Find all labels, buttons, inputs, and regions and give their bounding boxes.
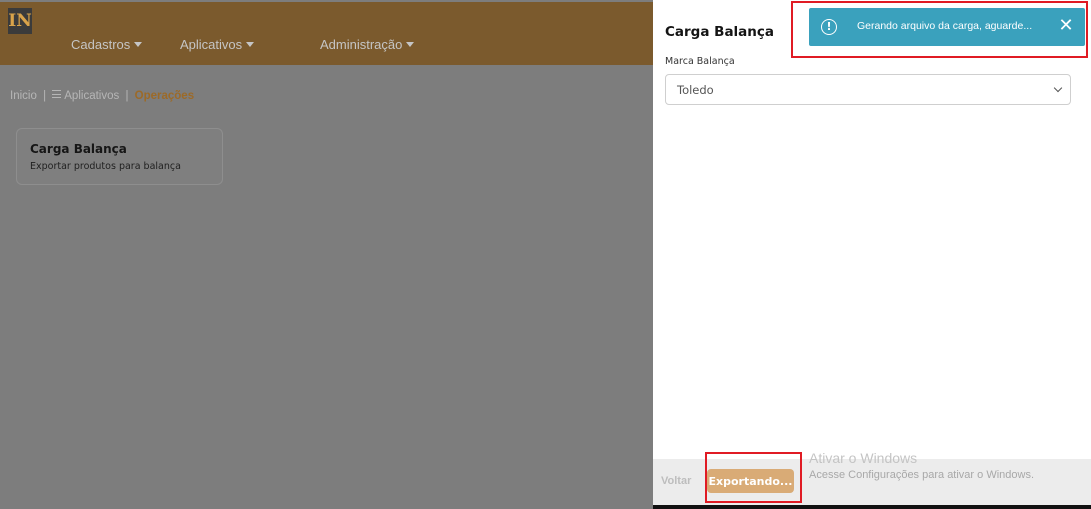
nav-aplicativos-label: Aplicativos [180,37,243,52]
windows-watermark-title: Ativar o Windows [809,450,918,466]
chevron-down-icon [1053,83,1063,93]
bottom-strip [653,505,1091,509]
background-app: IN Cadastros Aplicativos Administração I… [0,0,653,509]
breadcrumb-current: Operações [134,90,195,102]
app-card-carga-balanca[interactable]: Carga Balança Exportar produtos para bal… [16,128,223,185]
breadcrumb-aplicativos[interactable]: Aplicativos [64,90,119,102]
nav-administracao[interactable]: Administração [320,37,415,52]
menu-icon [52,90,62,98]
breadcrumb-separator: | [125,90,129,102]
marca-balanca-label: Marca Balança [665,56,735,67]
marca-balanca-select[interactable]: Toledo [665,74,1071,105]
breadcrumb-separator: | [43,90,47,102]
top-navbar: IN Cadastros Aplicativos Administração [0,2,653,65]
nav-cadastros-label: Cadastros [71,37,131,52]
card-title: Carga Balança [30,142,127,156]
windows-watermark-subtitle: Acesse Configurações para ativar o Windo… [809,469,1034,481]
caret-down-icon [246,42,255,47]
breadcrumb: Inicio | Aplicativos | Operações [10,90,194,102]
panel-title: Carga Balança [665,24,775,40]
card-subtitle: Exportar produtos para balança [30,161,181,172]
back-button[interactable]: Voltar [661,475,691,487]
caret-down-icon [134,42,143,47]
select-value: Toledo [677,83,714,97]
nav-cadastros[interactable]: Cadastros [71,37,143,52]
highlight-toast-box [791,1,1088,58]
caret-down-icon [406,42,415,47]
nav-aplicativos[interactable]: Aplicativos [180,37,255,52]
highlight-export-box [705,452,802,503]
breadcrumb-home[interactable]: Inicio [10,90,37,102]
side-panel: Carga Balança Marca Balança Toledo Volta… [653,0,1091,509]
logo: IN [8,8,32,34]
nav-administracao-label: Administração [320,37,403,52]
